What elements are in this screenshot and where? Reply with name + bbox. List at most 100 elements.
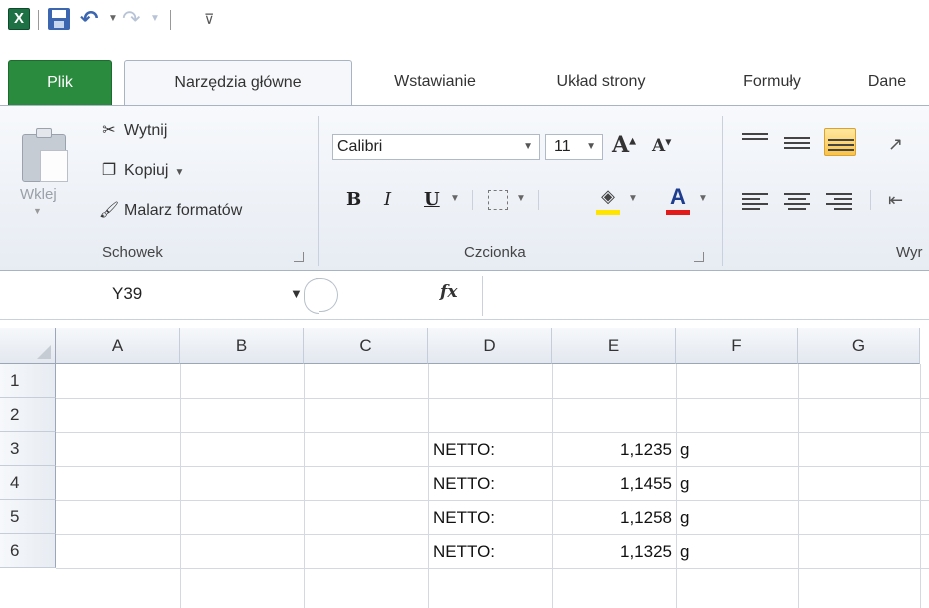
clipboard-launcher-icon[interactable] <box>294 252 304 262</box>
paste-button-label[interactable]: Wklej <box>20 186 57 203</box>
redo-icon[interactable]: ↷ <box>122 8 146 30</box>
font-color-swatch <box>666 210 690 215</box>
italic-button[interactable]: I <box>384 186 391 214</box>
grow-font-icon[interactable]: A▲ <box>612 132 636 158</box>
borders-icon[interactable] <box>488 190 508 210</box>
column-header-f[interactable]: F <box>676 328 798 364</box>
column-header-g[interactable]: G <box>798 328 920 364</box>
insert-function-icon[interactable]: fx <box>440 282 457 302</box>
customize-toolbar-icon[interactable]: ⊽ <box>204 8 218 30</box>
alignment-group-label: Wyr <box>896 244 923 261</box>
row-header-5[interactable]: 5 <box>0 500 56 534</box>
row-header-2[interactable]: 2 <box>0 398 56 432</box>
gridline <box>56 568 929 569</box>
gridline <box>56 432 929 433</box>
chevron-down-icon[interactable]: ▼ <box>290 286 303 301</box>
font-name-select[interactable]: Calibri ▼ <box>332 134 540 160</box>
tab-formuly[interactable]: Formuły <box>722 60 822 106</box>
separator <box>538 190 539 210</box>
copy-button[interactable]: ❐ Kopiuj ▼ <box>98 158 185 184</box>
worksheet-grid: A B C D E F G 1 2 3 4 5 6 NETTO: 1,1235 … <box>0 328 929 608</box>
borders-dropdown-icon[interactable]: ▼ <box>516 188 526 210</box>
cell-e3[interactable]: 1,1235 <box>552 440 672 460</box>
font-color-dropdown-icon[interactable]: ▼ <box>698 188 708 210</box>
cell-d3[interactable]: NETTO: <box>433 440 495 460</box>
select-all-corner[interactable] <box>0 328 56 364</box>
undo-dropdown-icon[interactable]: ▼ <box>108 8 118 30</box>
font-name-value: Calibri <box>337 138 383 155</box>
formula-input[interactable] <box>486 276 929 316</box>
chevron-down-icon: ▼ <box>586 141 596 152</box>
formula-bar-splitter[interactable] <box>304 278 338 314</box>
cut-button[interactable]: ✂ Wytnij <box>98 118 167 144</box>
align-right-icon[interactable] <box>826 190 852 212</box>
cell-e5[interactable]: 1,1258 <box>552 508 672 528</box>
row-header-3[interactable]: 3 <box>0 432 56 466</box>
tab-uklad-strony[interactable]: Układ strony <box>526 60 676 106</box>
column-header-a[interactable]: A <box>56 328 180 364</box>
indent-icon[interactable]: ⇤ <box>888 190 903 211</box>
align-bottom-icon <box>828 136 854 158</box>
font-size-value: 11 <box>554 138 571 155</box>
bold-button[interactable]: B <box>346 186 361 214</box>
align-top-icon[interactable] <box>742 130 768 152</box>
align-center-icon[interactable] <box>784 190 810 212</box>
column-header-e[interactable]: E <box>552 328 676 364</box>
gridline <box>304 364 305 608</box>
cell-f4[interactable]: g <box>680 474 689 494</box>
font-color-icon[interactable]: A <box>666 184 690 212</box>
row-header-1[interactable]: 1 <box>0 364 56 398</box>
gridline <box>920 364 921 608</box>
gridline <box>180 364 181 608</box>
row-header-6[interactable]: 6 <box>0 534 56 568</box>
underline-dropdown-icon[interactable]: ▼ <box>450 188 460 210</box>
brush-icon: 🖌 <box>98 202 120 219</box>
column-header-d[interactable]: D <box>428 328 552 364</box>
cell-d4[interactable]: NETTO: <box>433 474 495 494</box>
align-left-icon[interactable] <box>742 190 768 212</box>
toolbar-separator <box>170 10 171 30</box>
copy-label: Kopiuj <box>124 162 169 179</box>
excel-icon[interactable]: X <box>8 8 30 30</box>
tab-plik[interactable]: Plik <box>8 60 112 106</box>
font-size-select[interactable]: 11 ▼ <box>545 134 603 160</box>
gridline <box>56 398 929 399</box>
gridline <box>56 534 929 535</box>
paste-dropdown-icon[interactable]: ▼ <box>33 206 42 216</box>
formula-bar: Y39 ▼ fx <box>0 272 929 320</box>
fill-dropdown-icon[interactable]: ▼ <box>628 188 638 210</box>
save-icon[interactable] <box>48 8 70 30</box>
paste-icon[interactable] <box>22 128 72 182</box>
cell-e6[interactable]: 1,1325 <box>552 542 672 562</box>
ribbon-tabs: Plik Narzędzia główne Wstawianie Układ s… <box>0 52 929 106</box>
fill-color-swatch <box>596 210 620 215</box>
cell-d5[interactable]: NETTO: <box>433 508 495 528</box>
cell-d6[interactable]: NETTO: <box>433 542 495 562</box>
format-painter-button[interactable]: 🖌 Malarz formatów <box>98 198 242 224</box>
undo-icon[interactable]: ↶ <box>80 8 106 30</box>
toolbar-separator <box>38 10 39 30</box>
format-painter-label: Malarz formatów <box>124 202 243 219</box>
row-header-4[interactable]: 4 <box>0 466 56 500</box>
underline-button[interactable]: U <box>424 186 440 214</box>
shrink-font-icon[interactable]: A▼ <box>652 136 671 156</box>
column-header-b[interactable]: B <box>180 328 304 364</box>
font-group-label: Czcionka <box>464 244 526 261</box>
copy-dropdown-icon[interactable]: ▼ <box>174 167 184 178</box>
font-launcher-icon[interactable] <box>694 252 704 262</box>
align-middle-icon[interactable] <box>784 134 810 156</box>
orientation-icon[interactable]: ↗ <box>888 134 903 155</box>
cell-e4[interactable]: 1,1455 <box>552 474 672 494</box>
cell-f3[interactable]: g <box>680 440 689 460</box>
group-separator <box>722 116 723 266</box>
tab-wstawianie[interactable]: Wstawianie <box>370 60 500 106</box>
tab-narzedzia-glowne[interactable]: Narzędzia główne <box>124 60 352 106</box>
name-box[interactable]: Y39 ▼ <box>0 278 312 312</box>
cell-f6[interactable]: g <box>680 542 689 562</box>
gridline <box>428 364 429 608</box>
scissors-icon: ✂ <box>102 122 116 139</box>
tab-dane[interactable]: Dane <box>852 60 922 106</box>
cell-f5[interactable]: g <box>680 508 689 528</box>
redo-dropdown-icon[interactable]: ▼ <box>150 8 160 30</box>
column-header-c[interactable]: C <box>304 328 428 364</box>
